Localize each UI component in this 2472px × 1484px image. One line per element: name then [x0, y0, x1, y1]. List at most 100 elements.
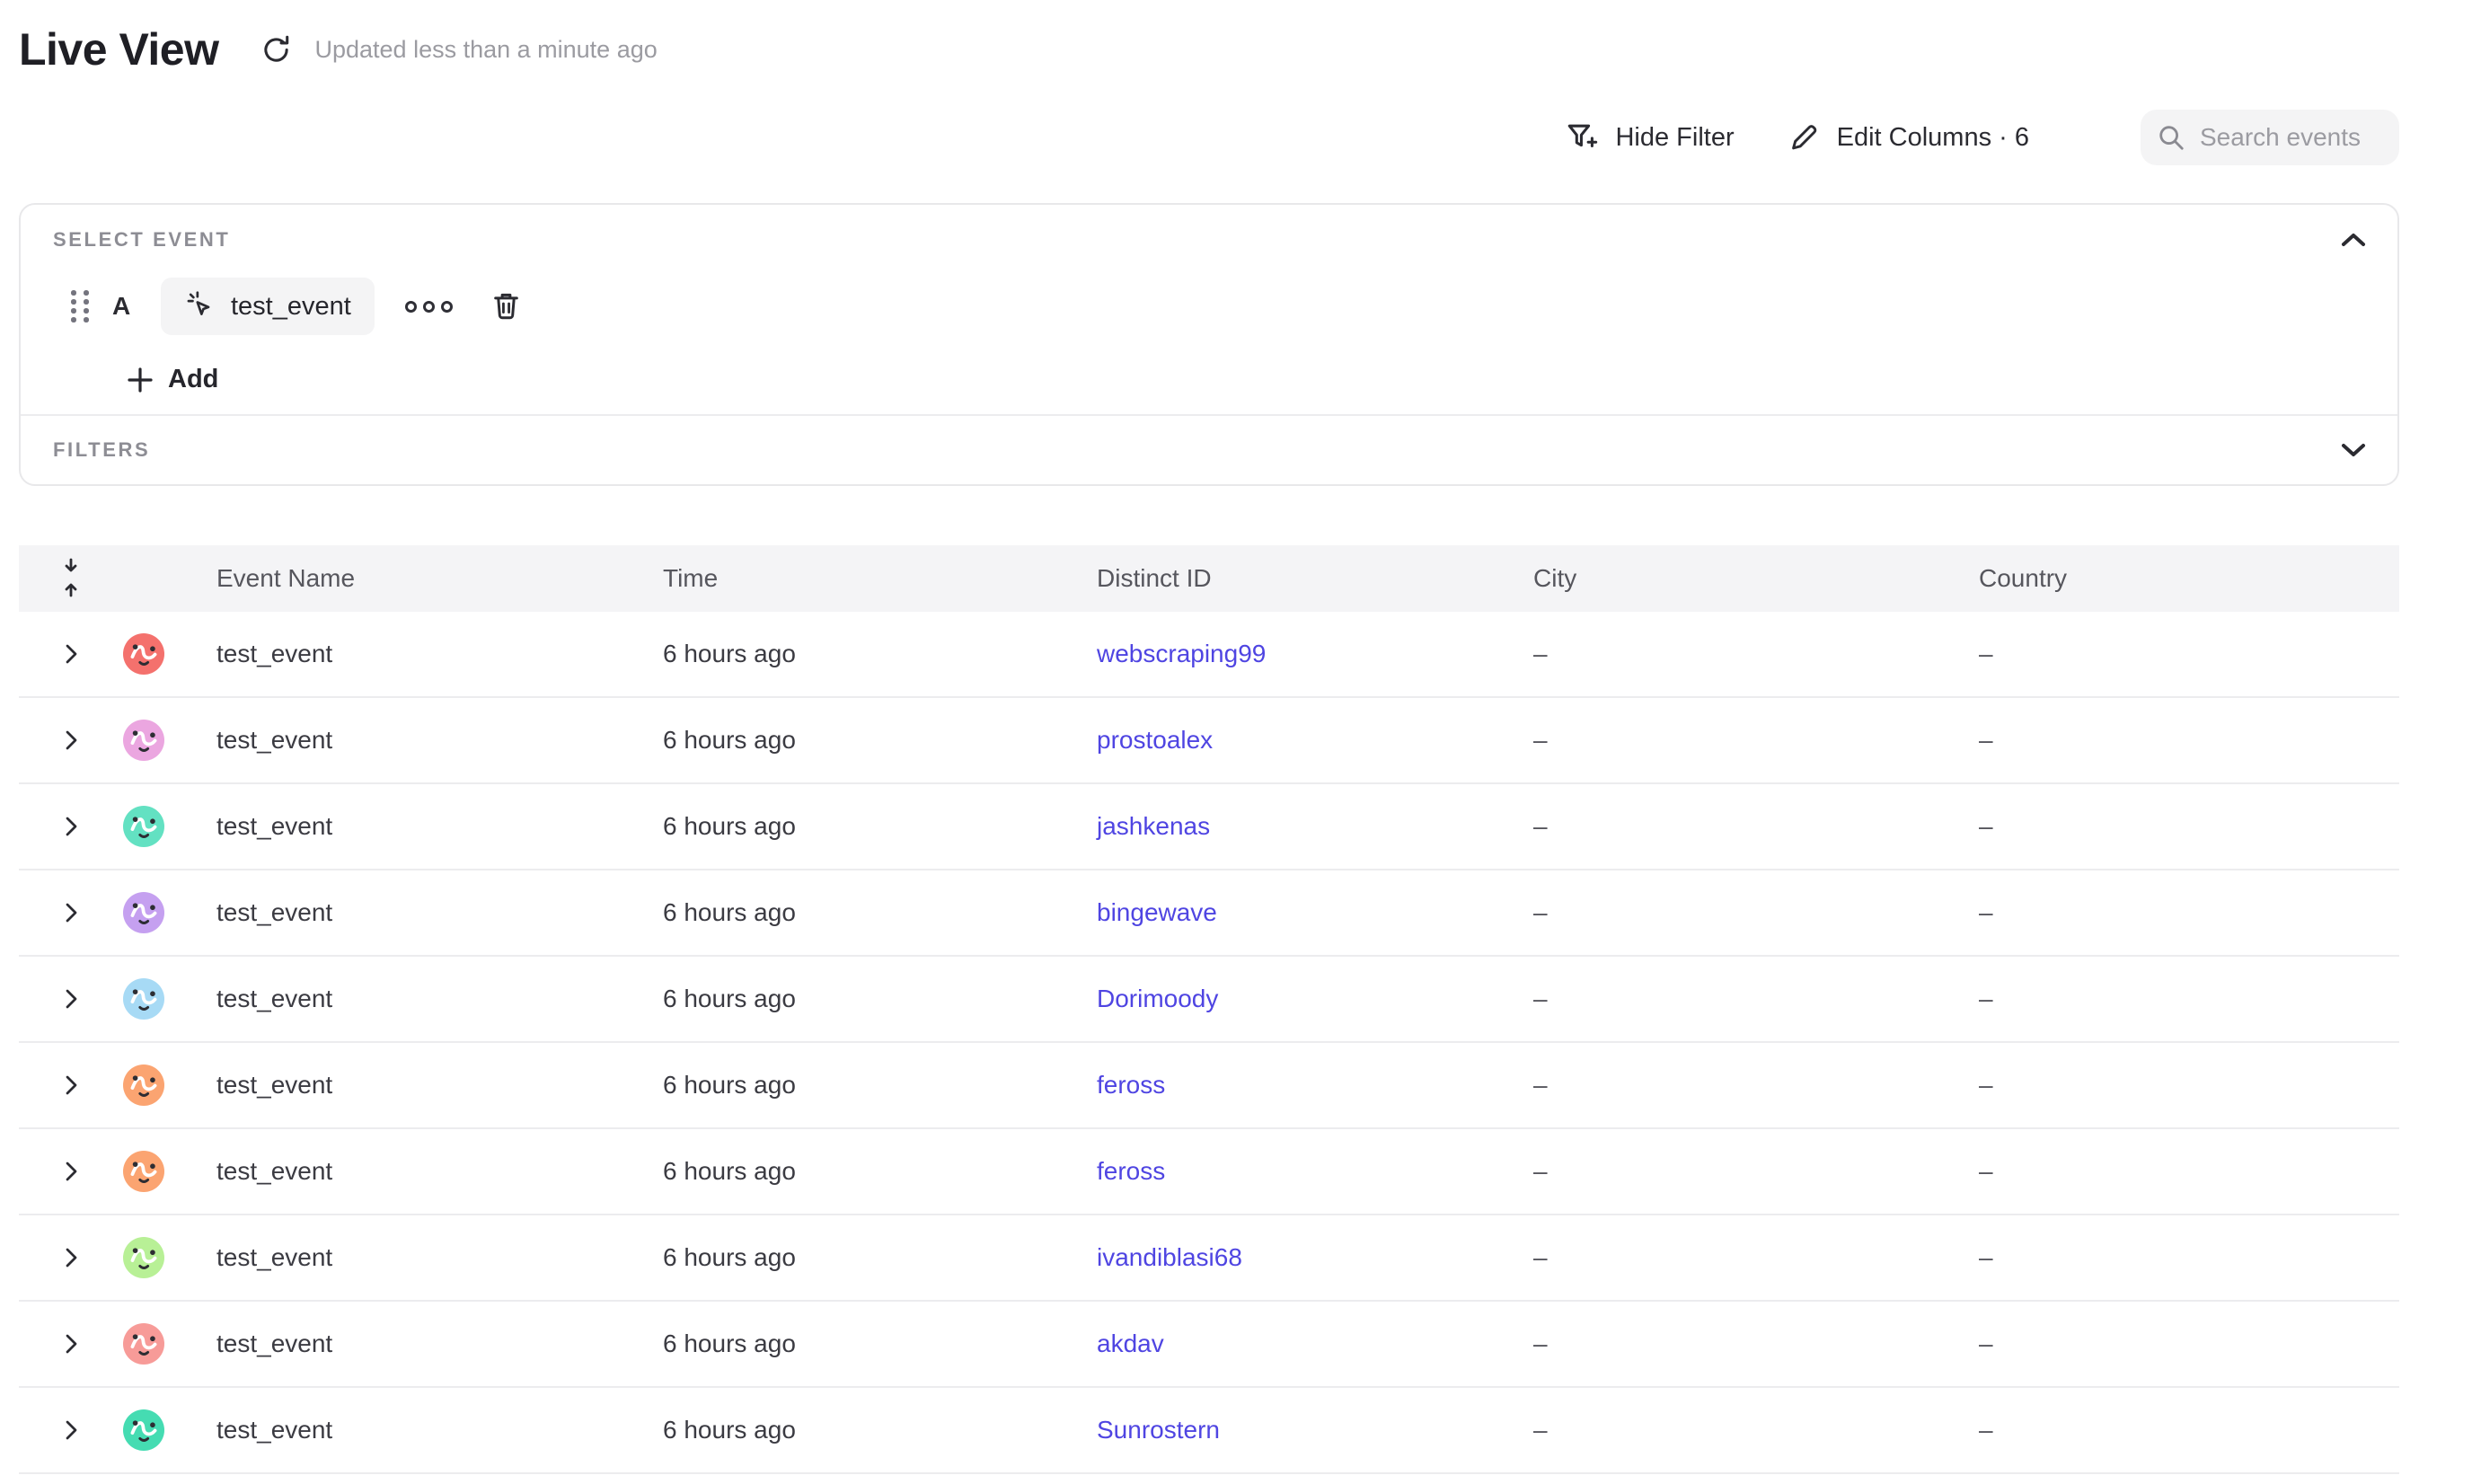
- search-input[interactable]: [2198, 122, 2381, 153]
- collapse-section-button[interactable]: [2336, 228, 2370, 252]
- time-cell: 6 hours ago: [663, 898, 1097, 927]
- expand-row-button[interactable]: [56, 982, 86, 1016]
- expand-row-button[interactable]: [56, 1068, 86, 1102]
- city-cell: –: [1533, 1243, 1979, 1272]
- add-button-label: Add: [168, 365, 218, 394]
- drag-handle[interactable]: [71, 290, 89, 322]
- pencil-icon: [1787, 120, 1821, 155]
- chevron-down-icon: [2340, 442, 2367, 458]
- expand-row-button[interactable]: [56, 723, 86, 757]
- event-name-cell: test_event: [216, 1329, 663, 1358]
- country-cell: –: [1979, 1071, 2399, 1100]
- chevron-right-icon: [61, 1160, 81, 1183]
- refresh-icon: [260, 33, 293, 66]
- table-row: test_event 6 hours ago Sunrostern – –: [19, 1388, 2399, 1474]
- search-box: [2141, 110, 2399, 165]
- city-cell: –: [1533, 1416, 1979, 1444]
- avatar: [123, 720, 164, 761]
- country-cell: –: [1979, 640, 2399, 668]
- chevron-up-icon: [2340, 232, 2367, 248]
- city-cell: –: [1533, 1071, 1979, 1100]
- event-name-cell: test_event: [216, 1243, 663, 1272]
- event-name-cell: test_event: [216, 640, 663, 668]
- chevron-right-icon: [61, 729, 81, 752]
- distinct-id-link[interactable]: bingewave: [1097, 898, 1217, 926]
- table-row: test_event 6 hours ago ivandiblasi68 – –: [19, 1215, 2399, 1302]
- filters-label: FILTERS: [53, 438, 150, 462]
- avatar: [123, 1409, 164, 1451]
- time-cell: 6 hours ago: [663, 812, 1097, 841]
- filter-plus-icon: [1565, 120, 1599, 155]
- edit-columns-label: Edit Columns · 6: [1837, 123, 2029, 153]
- event-row: A test_event: [53, 277, 2370, 336]
- page-header: Live View Updated less than a minute ago: [19, 20, 658, 79]
- event-name-cell: test_event: [216, 812, 663, 841]
- column-header-distinct-id: Distinct ID: [1097, 564, 1533, 593]
- distinct-id-link[interactable]: webscraping99: [1097, 640, 1266, 667]
- expand-row-button[interactable]: [56, 637, 86, 671]
- event-name-cell: test_event: [216, 1157, 663, 1186]
- event-options-button[interactable]: [400, 296, 458, 318]
- distinct-id-link[interactable]: ivandiblasi68: [1097, 1243, 1242, 1271]
- table-row: test_event 6 hours ago jashkenas – –: [19, 784, 2399, 870]
- table-body: test_event 6 hours ago webscraping99 – –…: [19, 612, 2399, 1474]
- collapse-rows-button[interactable]: [59, 557, 83, 601]
- chevron-right-icon: [61, 901, 81, 924]
- table-row: test_event 6 hours ago Dorimoody – –: [19, 957, 2399, 1043]
- expand-row-button[interactable]: [56, 896, 86, 930]
- expand-filters-button[interactable]: [2336, 438, 2370, 462]
- country-cell: –: [1979, 1157, 2399, 1186]
- expand-row-button[interactable]: [56, 809, 86, 844]
- delete-event-button[interactable]: [490, 290, 522, 323]
- country-cell: –: [1979, 812, 2399, 841]
- time-cell: 6 hours ago: [663, 1329, 1097, 1358]
- chevron-right-icon: [61, 1246, 81, 1269]
- chevron-right-icon: [61, 815, 81, 838]
- distinct-id-link[interactable]: Dorimoody: [1097, 985, 1218, 1012]
- collapse-arrows-icon: [59, 557, 83, 598]
- column-header-event-name: Event Name: [216, 564, 663, 593]
- event-name-cell: test_event: [216, 726, 663, 755]
- refresh-button[interactable]: [260, 33, 293, 66]
- expand-row-button[interactable]: [56, 1413, 86, 1447]
- add-event-button[interactable]: Add: [127, 365, 218, 394]
- hide-filter-button[interactable]: Hide Filter: [1565, 120, 1734, 155]
- distinct-id-link[interactable]: feross: [1097, 1157, 1165, 1185]
- page-title: Live View: [19, 20, 218, 79]
- table-row: test_event 6 hours ago bingewave – –: [19, 870, 2399, 957]
- expand-row-button[interactable]: [56, 1154, 86, 1188]
- table-header: Event Name Time Distinct ID City Country: [19, 545, 2399, 612]
- time-cell: 6 hours ago: [663, 640, 1097, 668]
- select-event-section: SELECT EVENT A test_event: [21, 205, 2397, 394]
- city-cell: –: [1533, 812, 1979, 841]
- distinct-id-link[interactable]: feross: [1097, 1071, 1165, 1099]
- query-builder-panel: SELECT EVENT A test_event: [19, 203, 2399, 486]
- expand-row-button[interactable]: [56, 1327, 86, 1361]
- toolbar: Hide Filter Edit Columns · 6: [19, 106, 2399, 169]
- country-cell: –: [1979, 1329, 2399, 1358]
- chevron-right-icon: [61, 1332, 81, 1356]
- column-header-time: Time: [663, 564, 1097, 593]
- country-cell: –: [1979, 985, 2399, 1013]
- city-cell: –: [1533, 640, 1979, 668]
- city-cell: –: [1533, 898, 1979, 927]
- search-icon: [2157, 123, 2185, 152]
- event-name-cell: test_event: [216, 985, 663, 1013]
- avatar: [123, 892, 164, 933]
- hide-filter-label: Hide Filter: [1615, 123, 1734, 153]
- chevron-right-icon: [61, 987, 81, 1011]
- chevron-right-icon: [61, 642, 81, 666]
- distinct-id-link[interactable]: akdav: [1097, 1329, 1164, 1357]
- table-row: test_event 6 hours ago feross – –: [19, 1129, 2399, 1215]
- distinct-id-link[interactable]: Sunrostern: [1097, 1416, 1220, 1444]
- time-cell: 6 hours ago: [663, 726, 1097, 755]
- expand-row-button[interactable]: [56, 1241, 86, 1275]
- country-cell: –: [1979, 1243, 2399, 1272]
- edit-columns-button[interactable]: Edit Columns · 6: [1787, 120, 2029, 155]
- time-cell: 6 hours ago: [663, 1243, 1097, 1272]
- distinct-id-link[interactable]: prostoalex: [1097, 726, 1213, 754]
- country-cell: –: [1979, 898, 2399, 927]
- chevron-right-icon: [61, 1418, 81, 1442]
- event-select-button[interactable]: test_event: [161, 278, 375, 335]
- distinct-id-link[interactable]: jashkenas: [1097, 812, 1210, 840]
